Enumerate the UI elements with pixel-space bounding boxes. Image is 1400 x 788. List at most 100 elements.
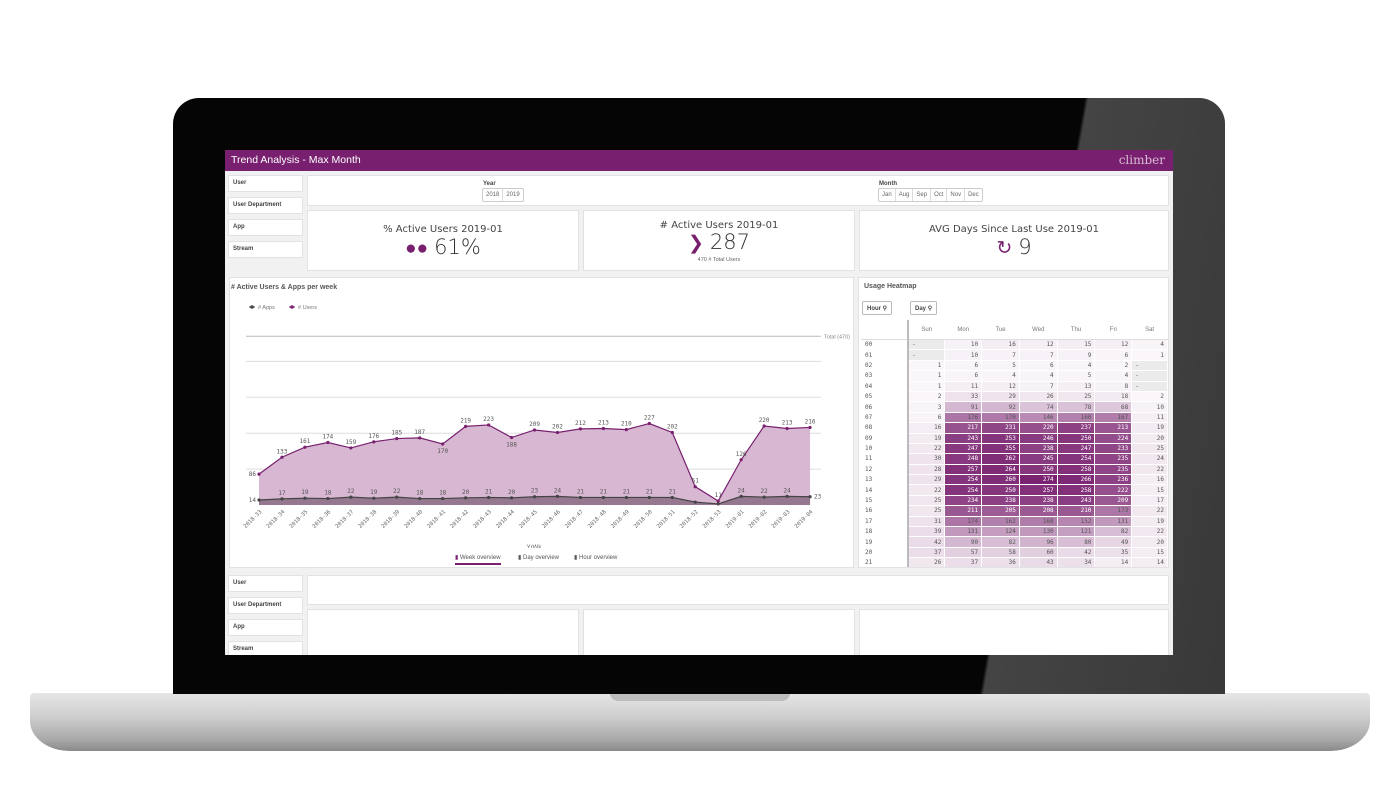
heatmap-cell[interactable]: 22 <box>1131 505 1168 517</box>
heatmap-cell[interactable]: 211 <box>944 505 983 517</box>
heatmap-cell[interactable]: 42 <box>1056 546 1096 559</box>
heatmap-cell[interactable]: 31 <box>907 515 946 528</box>
heatmap-cell[interactable]: 7 <box>981 349 1020 361</box>
heatmap-cell[interactable]: 15 <box>1131 546 1168 559</box>
heatmap-cell[interactable]: 15 <box>1056 338 1096 351</box>
heatmap-cell[interactable]: 224 <box>1094 432 1133 444</box>
heatmap-cell[interactable]: 234 <box>944 494 983 507</box>
heatmap-cell[interactable]: 16 <box>1131 474 1168 486</box>
heatmap-cell[interactable]: 264 <box>981 463 1020 476</box>
heatmap-cell[interactable]: 14 <box>1131 557 1168 567</box>
heatmap-cell[interactable]: 266 <box>1056 474 1096 486</box>
heatmap-cell[interactable]: 213 <box>1094 422 1133 434</box>
month-option[interactable]: Dec <box>965 189 982 201</box>
heatmap-cell[interactable]: 250 <box>981 484 1020 496</box>
heatmap-cell[interactable]: 24 <box>1131 453 1168 465</box>
filter-stream[interactable]: Stream <box>228 241 303 258</box>
heatmap-cell[interactable]: 237 <box>1056 422 1096 434</box>
filter-user-department[interactable]: User Department <box>228 197 303 214</box>
day-header[interactable]: Tue <box>981 320 1020 340</box>
day-header[interactable]: Sat <box>1131 320 1168 340</box>
hour-search-button[interactable]: Hour ⚲ <box>862 301 893 315</box>
heatmap-cell[interactable]: 16 <box>981 338 1020 351</box>
heatmap-cell[interactable]: 16 <box>907 422 946 434</box>
heatmap-cell[interactable]: 49 <box>1094 536 1133 548</box>
heatmap-cell[interactable]: 243 <box>944 432 983 444</box>
heatmap-cell[interactable]: 10 <box>1131 401 1168 413</box>
filter-app[interactable]: App <box>228 219 303 236</box>
heatmap-cell[interactable]: 6 <box>907 411 946 424</box>
year-option[interactable]: 2019 <box>503 189 522 201</box>
heatmap-cell[interactable]: 205 <box>981 505 1020 517</box>
heatmap-cell[interactable]: 19 <box>1131 515 1168 528</box>
heatmap-cell[interactable]: 90 <box>944 536 983 548</box>
heatmap-cell[interactable]: 257 <box>944 463 983 476</box>
heatmap-cell[interactable]: 231 <box>981 422 1020 434</box>
heatmap-cell[interactable]: 37 <box>944 557 983 567</box>
heatmap-cell[interactable]: 246 <box>1018 432 1058 444</box>
heatmap-cell[interactable]: 39 <box>907 526 946 538</box>
heatmap-cell[interactable]: 22 <box>1131 463 1168 476</box>
heatmap-cell[interactable]: 4 <box>1131 338 1168 351</box>
heatmap-cell[interactable]: 258 <box>1056 484 1096 496</box>
heatmap-cell[interactable]: 168 <box>1018 515 1058 528</box>
heatmap-cell[interactable]: 174 <box>944 515 983 528</box>
heatmap-cell[interactable]: 217 <box>944 422 983 434</box>
heatmap-cell[interactable]: - <box>1131 359 1168 372</box>
heatmap-cell[interactable]: 222 <box>1094 484 1133 496</box>
heatmap-cell[interactable]: 124 <box>981 526 1020 538</box>
heatmap-cell[interactable]: 254 <box>944 484 983 496</box>
heatmap-cell[interactable]: 146 <box>1018 411 1058 424</box>
heatmap-cell[interactable]: - <box>1131 370 1168 382</box>
day-search-button[interactable]: Day ⚲ <box>910 301 938 315</box>
heatmap-cell[interactable]: 2 <box>1094 359 1133 372</box>
heatmap-cell[interactable]: 255 <box>981 442 1020 455</box>
heatmap-cell[interactable]: 19 <box>907 432 946 444</box>
heatmap-cell[interactable]: 10 <box>944 338 983 351</box>
heatmap-cell[interactable]: 170 <box>981 411 1020 424</box>
heatmap-cell[interactable]: 18 <box>1094 390 1133 403</box>
heatmap-cell[interactable]: 12 <box>1094 338 1133 351</box>
month-option[interactable]: Jan <box>879 189 896 201</box>
heatmap-cell[interactable]: 7 <box>1018 380 1058 392</box>
heatmap-cell[interactable]: 209 <box>1094 494 1133 507</box>
heatmap-cell[interactable]: 245 <box>1018 453 1058 465</box>
heatmap-cell[interactable]: 82 <box>1094 526 1133 538</box>
filter-user[interactable]: User <box>228 575 303 592</box>
heatmap-cell[interactable]: 2 <box>907 390 946 403</box>
heatmap-cell[interactable]: 253 <box>981 432 1020 444</box>
filter-user[interactable]: User <box>228 175 303 192</box>
heatmap-cell[interactable]: 131 <box>944 526 983 538</box>
heatmap-cell[interactable]: 4 <box>981 370 1020 382</box>
tab-week-overview[interactable]: ▮ Week overview <box>455 554 501 565</box>
heatmap-cell[interactable]: 20 <box>1131 432 1168 444</box>
heatmap-cell[interactable]: 60 <box>1018 546 1058 559</box>
heatmap-cell[interactable]: 19 <box>1131 422 1168 434</box>
heatmap-cell[interactable]: 248 <box>944 453 983 465</box>
heatmap-cell[interactable]: 43 <box>1018 557 1058 567</box>
year-option[interactable]: 2018 <box>483 189 504 201</box>
heatmap-cell[interactable]: 68 <box>1094 401 1133 413</box>
heatmap-cell[interactable]: 80 <box>1056 536 1096 548</box>
heatmap-cell[interactable]: 26 <box>907 557 946 567</box>
heatmap-cell[interactable]: 121 <box>1056 526 1096 538</box>
heatmap-cell[interactable]: 1 <box>907 380 946 392</box>
heatmap-cell[interactable]: 8 <box>1094 380 1133 392</box>
heatmap-cell[interactable]: 91 <box>944 401 983 413</box>
filter-app[interactable]: App <box>228 619 303 636</box>
heatmap-cell[interactable]: 74 <box>1018 401 1058 413</box>
heatmap-cell[interactable]: 220 <box>1018 422 1058 434</box>
heatmap-cell[interactable]: 29 <box>907 474 946 486</box>
day-header[interactable]: Fri <box>1094 320 1133 340</box>
heatmap-cell[interactable]: 25 <box>1131 442 1168 455</box>
heatmap-cell[interactable]: 3 <box>907 401 946 413</box>
heatmap-cell[interactable]: 22 <box>1131 526 1168 538</box>
heatmap-cell[interactable]: 92 <box>981 401 1020 413</box>
heatmap-cell[interactable]: 26 <box>1018 390 1058 403</box>
heatmap-cell[interactable]: 7 <box>1018 349 1058 361</box>
heatmap-cell[interactable]: - <box>1131 380 1168 392</box>
heatmap-cell[interactable]: 17 <box>1131 494 1168 507</box>
heatmap-cell[interactable]: 34 <box>1056 557 1096 567</box>
month-option[interactable]: Oct <box>931 189 948 201</box>
day-header[interactable]: Thu <box>1056 320 1096 340</box>
